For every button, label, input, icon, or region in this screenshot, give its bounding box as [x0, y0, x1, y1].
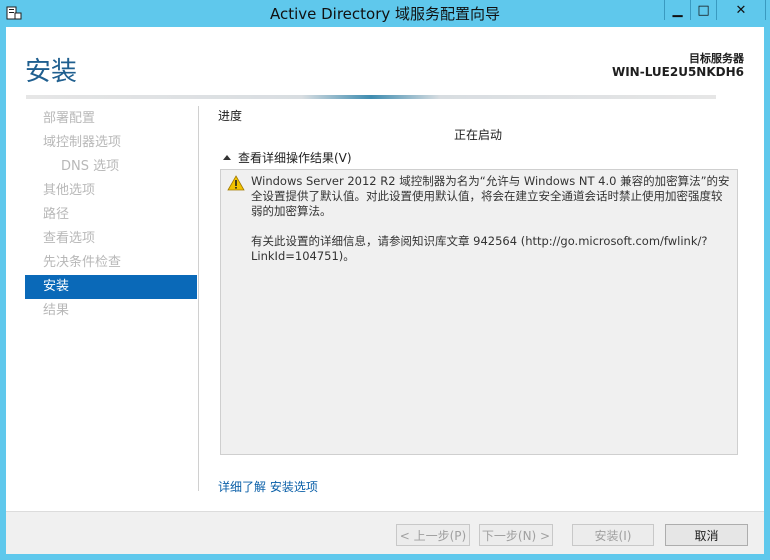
page-title: 安装: [25, 57, 78, 87]
details-toggle[interactable]: 查看详细操作结果(V): [223, 149, 352, 166]
minimize-button[interactable]: ▁: [664, 0, 690, 20]
sidebar-item-paths[interactable]: 路径: [25, 203, 197, 227]
progress-label: 进度: [218, 109, 243, 123]
learn-more-link[interactable]: 详细了解 安装选项: [218, 478, 318, 495]
close-icon: ✕: [735, 2, 747, 18]
target-server-name: WIN-LUE2U5NKDH6: [611, 65, 744, 79]
sidebar-item-review[interactable]: 查看选项: [25, 227, 197, 251]
wizard-client-area: 安装 目标服务器 WIN-LUE2U5NKDH6 部署配置 域控制器选项 DNS…: [6, 27, 764, 554]
status-text: 正在启动: [453, 128, 502, 142]
target-server-label: 目标服务器: [689, 52, 744, 65]
next-button[interactable]: 下一步(N) >: [479, 524, 553, 546]
sidebar-item-deployment[interactable]: 部署配置: [25, 107, 197, 131]
install-button[interactable]: 安装(I): [572, 524, 654, 546]
title-bar[interactable]: Active Directory 域服务配置向导 ▁ □ ✕: [0, 0, 770, 27]
main-content: 进度 正在启动 查看详细操作结果(V) Windows Server 2012 …: [218, 107, 738, 455]
cancel-button[interactable]: 取消: [665, 524, 748, 546]
wizard-window: Active Directory 域服务配置向导 ▁ □ ✕ 安装 目标服务器 …: [0, 0, 770, 560]
sidebar-item-dns-options[interactable]: DNS 选项: [25, 155, 197, 179]
warning-message: Windows Server 2012 R2 域控制器为名为“允许与 Windo…: [251, 174, 733, 279]
warning-message-kb: 有关此设置的详细信息，请参阅知识库文章 942564 (http://go.mi…: [251, 234, 708, 263]
previous-button[interactable]: < 上一步(P): [396, 524, 470, 546]
sidebar-divider: [198, 106, 199, 491]
maximize-button[interactable]: □: [690, 0, 716, 20]
header-progress-bar: [26, 95, 716, 99]
warning-message-paragraph: Windows Server 2012 R2 域控制器为名为“允许与 Windo…: [251, 174, 730, 218]
details-toggle-label: 查看详细操作结果(V): [238, 151, 352, 165]
sidebar-item-additional-options[interactable]: 其他选项: [25, 179, 197, 203]
details-panel: Windows Server 2012 R2 域控制器为名为“允许与 Windo…: [220, 169, 738, 455]
minimize-icon: ▁: [672, 2, 683, 18]
close-button[interactable]: ✕: [716, 0, 766, 20]
chevron-up-icon: [223, 155, 231, 160]
sidebar-item-results[interactable]: 结果: [25, 299, 197, 323]
warning-icon: [227, 175, 245, 191]
sidebar-item-dc-options[interactable]: 域控制器选项: [25, 131, 197, 155]
maximize-icon: □: [697, 2, 710, 18]
sidebar-item-install[interactable]: 安装: [25, 275, 197, 299]
wizard-sidebar: 部署配置 域控制器选项 DNS 选项 其他选项 路径 查看选项 先决条件检查 安…: [25, 107, 197, 323]
sidebar-item-prereq[interactable]: 先决条件检查: [25, 251, 197, 275]
window-title: Active Directory 域服务配置向导: [269, 5, 501, 23]
wizard-footer: < 上一步(P) 下一步(N) > 安装(I) 取消: [6, 511, 764, 554]
